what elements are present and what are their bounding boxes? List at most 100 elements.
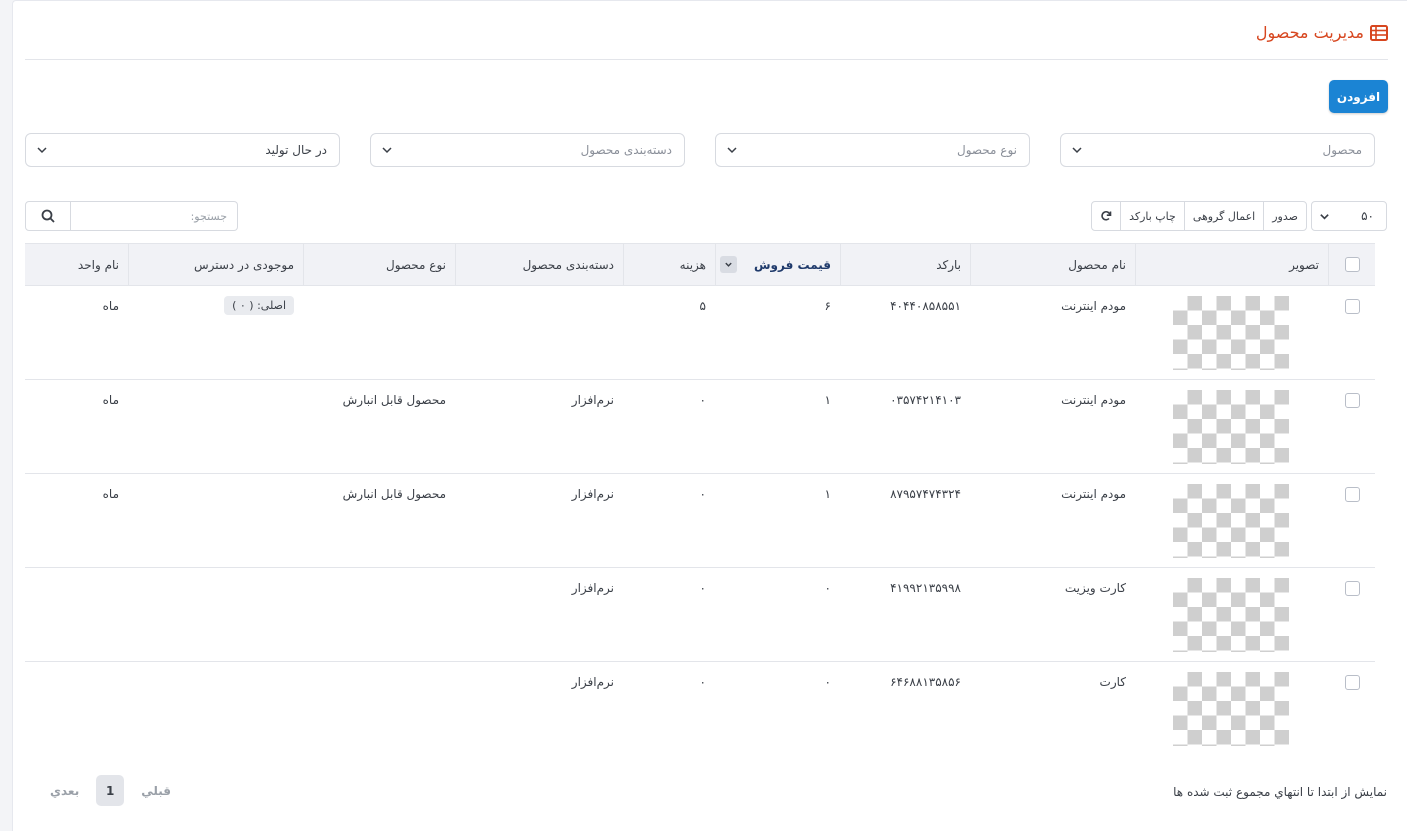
status-filter-select[interactable]: در حال تولید [25,133,340,167]
status-filter-value: در حال تولید [265,143,327,157]
column-header-type[interactable]: نوع محصول [303,244,455,285]
stock-badge: اصلی: ( ۰ ) [224,296,294,315]
page-title: مدیریت محصول [1256,23,1388,42]
cell-barcode: ۸۷۹۵۷۴۷۴۳۲۴ [890,487,961,501]
chevron-down-icon [1320,214,1329,220]
export-button[interactable]: صدور [1263,201,1307,231]
row-select-cell [1328,286,1375,380]
cell-unit [25,662,128,756]
cell-name[interactable]: مودم اینترنت [970,380,1135,474]
cell-barcode: ۰۳۵۷۴۲۱۴۱۰۳ [890,393,961,407]
page-size-value: ۵۰ [1361,209,1374,223]
cell-cost: ۵ [699,299,706,313]
page-number-current[interactable]: 1 [96,775,125,806]
table-row: کارت ویزیت ۴۱۹۹۲۱۳۵۹۹۸ ۰ ۰ نرم‌افزار [25,568,1375,662]
page-header: مدیریت محصول [25,20,1388,60]
cell-stock: اصلی: ( ۰ ) [128,286,303,380]
table-row: مودم اینترنت ۰۳۵۷۴۲۱۴۱۰۳ ۱ ۰ نرم‌افزار م… [25,380,1375,474]
cell-sale-price: ۰ [824,675,831,689]
column-header-unit[interactable]: نام واحد [25,244,128,285]
cell-type [303,662,455,756]
page-size-select[interactable]: ۵۰ [1311,201,1387,231]
row-select-cell [1328,662,1375,756]
prev-page-link[interactable]: قبلي [141,784,171,798]
cell-type [303,568,455,662]
cell-category: نرم‌افزار [571,581,614,595]
table-row: مودم اینترنت ۸۷۹۵۷۴۷۴۳۲۴ ۱ ۰ نرم‌افزار م… [25,474,1375,568]
table-toolbar: ۵۰ صدور اعمال گروهی چاپ بارکد [1091,201,1387,231]
column-header-barcode[interactable]: بارکد [840,244,970,285]
product-type-filter-select[interactable]: نوع محصول [715,133,1030,167]
product-type-filter-placeholder: نوع محصول [956,143,1017,157]
cell-cost: ۰ [699,393,706,407]
cell-sale-price: ۶ [824,299,831,313]
column-header-category[interactable]: دسته‌بندی محصول [455,244,623,285]
column-header-image[interactable]: تصویر [1135,244,1328,285]
search-icon [41,209,55,223]
product-image-placeholder [1173,672,1289,746]
products-table: تصویر نام محصول بارکد قیمت فروش هزینه دس… [25,243,1375,756]
select-all-checkbox[interactable] [1344,257,1360,272]
cell-unit: ماه [102,487,119,501]
search-box [25,201,238,231]
search-button[interactable] [25,201,71,231]
refresh-button[interactable] [1091,201,1122,231]
column-header-cost[interactable]: هزینه [623,244,715,285]
search-input[interactable] [70,201,238,231]
cell-unit: ماه [102,299,119,313]
chevron-down-icon [37,147,47,154]
pagination: بعدي 1 قبلي [50,775,171,806]
product-image-placeholder [1173,296,1289,370]
column-header-stock[interactable]: موجودی در دسترس [128,244,303,285]
row-checkbox[interactable] [1345,487,1360,502]
chevron-down-icon [382,147,392,154]
product-image-placeholder [1173,578,1289,652]
row-checkbox[interactable] [1345,393,1360,408]
cell-category [455,286,623,380]
column-header-name[interactable]: نام محصول [970,244,1135,285]
cell-name[interactable]: کارت [970,662,1135,756]
cell-name[interactable]: کارت ویزیت [970,568,1135,662]
cell-name[interactable]: مودم اینترنت [970,286,1135,380]
product-category-filter-select[interactable]: دسته‌بندی محصول [370,133,685,167]
row-select-cell [1328,568,1375,662]
column-header-sale-price[interactable]: قیمت فروش [715,244,840,285]
cell-cost: ۰ [699,487,706,501]
cell-stock [128,474,303,568]
chevron-down-icon [1072,147,1082,154]
cell-barcode: ۴۱۹۹۲۱۳۵۹۹۸ [890,581,961,595]
print-barcode-button[interactable]: چاپ بارکد [1120,201,1185,231]
page-title-text: مدیریت محصول [1255,23,1364,42]
row-select-cell [1328,380,1375,474]
cell-category: نرم‌افزار [571,393,614,407]
cell-type [303,286,455,380]
product-image-placeholder [1173,390,1289,464]
row-checkbox[interactable] [1345,299,1360,314]
cell-stock [128,662,303,756]
bulk-action-button[interactable]: اعمال گروهی [1183,201,1265,231]
add-button[interactable]: افزودن [1329,80,1388,113]
column-header-sale-price-label: قیمت فروش [753,257,831,272]
cell-sale-price: ۰ [824,581,831,595]
product-category-filter-placeholder: دسته‌بندی محصول [580,143,672,157]
cell-category: نرم‌افزار [571,487,614,501]
cell-name[interactable]: مودم اینترنت [970,474,1135,568]
row-select-cell [1328,474,1375,568]
chevron-down-icon [727,147,737,154]
cell-stock [128,380,303,474]
product-filter-select[interactable]: محصول [1060,133,1375,167]
records-info: نمايش از ابتدا تا انتهاي مجموع ثبت شده ه… [1173,785,1387,799]
cell-barcode: ۶۴۶۸۸۱۳۵۸۵۶ [890,675,961,689]
sort-desc-icon[interactable] [720,256,737,273]
table-row: مودم اینترنت ۴۰۴۴۰۸۵۸۵۵۱ ۶ ۵ اصلی: ( ۰ )… [25,286,1375,380]
table-body: مودم اینترنت ۴۰۴۴۰۸۵۸۵۵۱ ۶ ۵ اصلی: ( ۰ )… [25,286,1375,756]
cell-cost: ۰ [699,581,706,595]
cell-cost: ۰ [699,675,706,689]
row-checkbox[interactable] [1345,675,1360,690]
product-image-placeholder [1173,484,1289,558]
next-page-link[interactable]: بعدي [50,784,79,798]
table-list-icon [1370,24,1388,41]
cell-type: محصول قابل انبارش [342,393,446,407]
row-checkbox[interactable] [1345,581,1360,596]
cell-unit: ماه [102,393,119,407]
